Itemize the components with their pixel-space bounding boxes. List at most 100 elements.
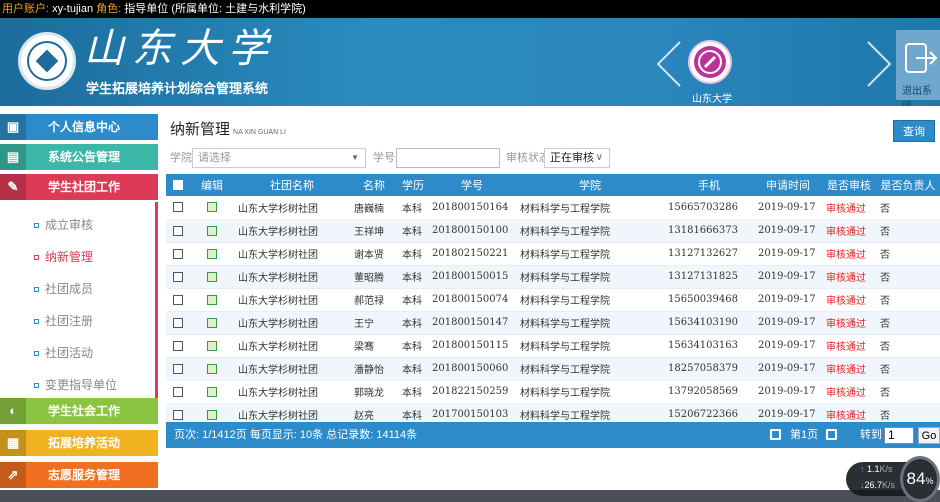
table-row[interactable]: 山东大学杉树社团 王祥坤 本科 201800150100 材料科学与工程学院 1… <box>166 219 940 243</box>
pagination-summary: 页次: 1/1412页 每页显示: 10条 总记录数: 14114条 <box>174 429 418 441</box>
bottom-bar <box>0 490 940 502</box>
row-checkbox[interactable] <box>173 363 183 374</box>
row-checkbox[interactable] <box>173 386 183 397</box>
nav-volunteer[interactable]: ⇗ 志愿服务管理 <box>0 462 158 488</box>
cell-degree: 本科 <box>398 265 428 289</box>
dropdown-arrow-icon: ▼ <box>351 153 359 162</box>
cell-leader: 否 <box>876 219 940 243</box>
cell-leader: 否 <box>876 265 940 289</box>
cell-date: 2019-09-17 <box>754 288 822 312</box>
page-title-pinyin: NA XIN GUAN LI <box>233 129 286 136</box>
table-row[interactable]: 山东大学杉树社团 唐巍楠 本科 201800150164 材料科学与工程学院 1… <box>166 196 940 220</box>
nav-extended-activities[interactable]: ▦ 拓展培养活动 <box>0 430 158 456</box>
cell-audit-status: 审核通过 <box>822 380 876 404</box>
main-content: 纳新管理 NA XIN GUAN LI 查询 学院 请选择 ▼ 学号 审核状态 正… <box>158 106 940 490</box>
nav-label: 学生社团工作 <box>48 180 121 194</box>
jump-page-input[interactable]: 1 <box>884 427 914 444</box>
page-title: 纳新管理 NA XIN GUAN LI <box>170 121 286 138</box>
table-row[interactable]: 山东大学杉树社团 董昭腾 本科 201800150015 材料科学与工程学院 1… <box>166 265 940 289</box>
cell-date: 2019-09-17 <box>754 357 822 381</box>
row-checkbox[interactable] <box>173 409 183 420</box>
edit-icon[interactable] <box>207 271 217 282</box>
edit-icon[interactable] <box>207 409 217 420</box>
cell-degree: 本科 <box>398 334 428 358</box>
nav-label: 个人信息中心 <box>48 120 121 134</box>
row-checkbox[interactable] <box>173 317 183 328</box>
nav-personal-center[interactable]: ▣ 个人信息中心 <box>0 114 158 140</box>
row-checkbox[interactable] <box>173 271 183 282</box>
social-icon: ◐ <box>0 398 26 424</box>
cell-phone: 13181666373 <box>664 219 754 243</box>
submenu-founding-review[interactable]: 成立审核 <box>34 216 93 233</box>
table-row[interactable]: 山东大学杉树社团 谢本贤 本科 201802150221 材料科学与工程学院 1… <box>166 242 940 266</box>
cell-phone: 15650039468 <box>664 288 754 312</box>
edit-icon[interactable] <box>207 340 217 351</box>
edit-pen-icon[interactable] <box>688 40 732 84</box>
submenu-members[interactable]: 社团成员 <box>34 280 93 297</box>
cell-college: 材料科学与工程学院 <box>516 265 664 289</box>
student-id-input[interactable] <box>396 148 500 168</box>
cell-club: 山东大学杉树社团 <box>234 265 350 289</box>
edit-icon[interactable] <box>207 317 217 328</box>
row-checkbox[interactable] <box>173 202 183 213</box>
nav-student-clubs[interactable]: ✎ 学生社团工作 <box>0 174 158 200</box>
network-speed-widget[interactable]: ↑ 1.1K/s ↓26.7K/s 84% <box>846 456 940 502</box>
cell-phone: 15634103163 <box>664 334 754 358</box>
row-checkbox[interactable] <box>173 225 183 236</box>
chevron-left-icon[interactable] <box>654 40 684 88</box>
cell-date: 2019-09-17 <box>754 265 822 289</box>
cell-club: 山东大学杉树社团 <box>234 311 350 335</box>
column-header: 社团名称 <box>234 174 350 196</box>
table-row[interactable]: 山东大学杉树社团 潘静怡 本科 201800150060 材料科学与工程学院 1… <box>166 357 940 381</box>
logout-label[interactable]: 退出系统 <box>902 82 940 106</box>
row-checkbox[interactable] <box>173 248 183 259</box>
edit-icon[interactable] <box>207 248 217 259</box>
select-all-checkbox[interactable] <box>173 180 183 191</box>
table-row[interactable]: 山东大学杉树社团 王宁 本科 201800150147 材料科学与工程学院 15… <box>166 311 940 335</box>
query-button[interactable]: 查询 <box>893 120 935 142</box>
nav-announcements[interactable]: ▤ 系统公告管理 <box>0 144 158 170</box>
jump-label: 转到 <box>860 429 882 441</box>
chevron-down-icon: ∨ <box>595 152 603 163</box>
current-page-label: 第1页 <box>790 429 819 441</box>
edit-icon[interactable] <box>207 294 217 305</box>
first-page-icon[interactable] <box>770 429 781 440</box>
cell-leader: 否 <box>876 242 940 266</box>
cell-name: 潘静怡 <box>350 357 398 381</box>
cell-audit-status: 审核通过 <box>822 219 876 243</box>
cell-college: 材料科学与工程学院 <box>516 334 664 358</box>
row-checkbox[interactable] <box>173 340 183 351</box>
table-row[interactable]: 山东大学杉树社团 郝范禄 本科 201800150074 材料科学与工程学院 1… <box>166 288 940 312</box>
table-row[interactable]: 山东大学杉树社团 郭晓龙 本科 201822150259 材料科学与工程学院 1… <box>166 380 940 404</box>
select-all-header[interactable] <box>166 174 190 196</box>
audit-status-select[interactable]: 正在审核 ∨ <box>544 148 610 168</box>
nav-label: 拓展培养活动 <box>48 436 121 450</box>
college-select[interactable]: 请选择 ▼ <box>192 148 366 168</box>
edit-icon[interactable] <box>207 386 217 397</box>
download-speed: ↓26.7K/s <box>860 480 896 490</box>
table-row[interactable]: 山东大学杉树社团 梁骞 本科 201800150115 材料科学与工程学院 15… <box>166 334 940 358</box>
memory-usage-gauge[interactable]: 84% <box>900 456 940 502</box>
chevron-right-icon[interactable] <box>864 40 894 88</box>
cell-club: 山东大学杉树社团 <box>234 196 350 220</box>
edit-icon[interactable] <box>207 225 217 236</box>
submenu-registration[interactable]: 社团注册 <box>34 312 93 329</box>
cell-leader: 否 <box>876 357 940 381</box>
cell-degree: 本科 <box>398 288 428 312</box>
submenu-change-advisor[interactable]: 变更指导单位 <box>34 376 117 393</box>
clubs-submenu: 成立审核 纳新管理 社团成员 社团注册 社团活动 变更指导单位 <box>0 202 158 402</box>
cell-college: 材料科学与工程学院 <box>516 242 664 266</box>
submenu-activities[interactable]: 社团活动 <box>34 344 93 361</box>
submenu-recruitment[interactable]: 纳新管理 <box>34 248 93 265</box>
cell-date: 2019-09-17 <box>754 196 822 220</box>
row-checkbox[interactable] <box>173 294 183 305</box>
cell-audit-status: 审核通过 <box>822 196 876 220</box>
cell-degree: 本科 <box>398 242 428 266</box>
last-page-icon[interactable] <box>826 429 837 440</box>
cell-name: 郝范禄 <box>350 288 398 312</box>
cell-club: 山东大学杉树社团 <box>234 334 350 358</box>
nav-social-work[interactable]: ◐ 学生社会工作 <box>0 398 158 424</box>
edit-icon[interactable] <box>207 363 217 374</box>
go-button[interactable]: Go <box>918 427 940 444</box>
edit-icon[interactable] <box>207 202 217 213</box>
